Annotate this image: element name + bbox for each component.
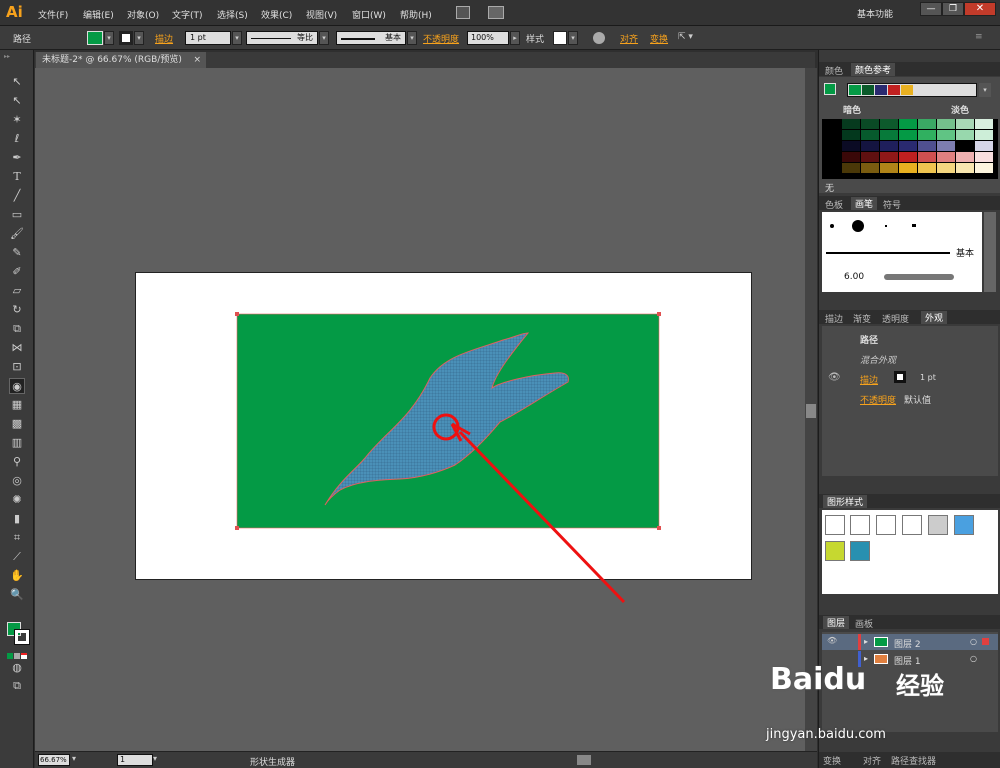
style-swatch[interactable] <box>850 515 870 535</box>
watermark-cn: 经验 <box>896 672 944 700</box>
style-swatch[interactable] <box>928 515 948 535</box>
tab-artboards[interactable]: 画板 <box>855 617 873 630</box>
harmony-dropdown-icon[interactable]: ▾ <box>979 83 991 97</box>
watermark-brand: Baidu <box>770 662 867 697</box>
tab-color[interactable]: 颜色 <box>825 64 843 77</box>
vertical-scroll-thumb[interactable] <box>806 404 816 418</box>
layer-thumbnail <box>874 637 888 647</box>
baidu-watermark: Baidu 经验 <box>770 662 980 700</box>
harmony-rule-bar[interactable] <box>847 83 977 97</box>
layers-panel-header: 图层 画板 <box>819 615 1000 630</box>
brush-library-list[interactable]: 基本 6.00 <box>822 212 982 292</box>
tab-stroke[interactable]: 描边 <box>825 312 843 325</box>
light-label: 淡色 <box>951 106 970 116</box>
tab-transform[interactable]: 变换 <box>823 754 841 767</box>
style-swatch[interactable] <box>850 541 870 561</box>
target-circle-icon[interactable]: ○ <box>970 637 977 646</box>
artboard-dropdown-icon[interactable]: ▾ <box>153 754 157 763</box>
color-variation-grid[interactable] <box>822 119 998 179</box>
appearance-group-label: 混合外观 <box>860 356 897 366</box>
dark-label: 暗色 <box>843 106 862 116</box>
artboard-page-field[interactable]: 1 <box>117 754 153 766</box>
brush-panel-scrollbar[interactable] <box>984 212 996 292</box>
appearance-stroke-swatch[interactable] <box>894 371 906 383</box>
tab-pathfinder[interactable]: 路径查找器 <box>891 754 936 767</box>
basic-brush-stroke[interactable] <box>826 252 950 254</box>
zoom-field[interactable]: 66.67% <box>38 754 70 766</box>
visibility-eye-icon[interactable]: 👁 <box>828 372 841 383</box>
current-tool-label: 形状生成器 <box>250 758 296 768</box>
tab-layers[interactable]: 图层 <box>823 616 850 629</box>
tab-gradient[interactable]: 渐变 <box>853 312 871 325</box>
calligraphic-brush-stroke[interactable] <box>884 274 954 280</box>
brush-size-label: 6.00 <box>844 272 865 282</box>
tab-color-guide[interactable]: 颜色参考 <box>851 63 896 76</box>
tab-swatches[interactable]: 色板 <box>825 198 843 211</box>
status-bar: 66.67% ▾ 1 ▾ 形状生成器 <box>35 751 817 768</box>
right-panel-dock: 颜色 颜色参考 ▾ 暗色 淡色 无 色板 画笔 符号 基本 6.00 描边 渐变… <box>818 50 1000 768</box>
style-swatch[interactable] <box>954 515 974 535</box>
expand-layer-icon[interactable]: ▸ <box>864 637 868 646</box>
selection-indicator[interactable] <box>982 638 989 645</box>
appearance-stroke-label[interactable]: 描边 <box>860 373 878 386</box>
appearance-panel-header: 描边 渐变 透明度 外观 <box>819 310 1000 325</box>
tab-brushes[interactable]: 画笔 <box>851 197 878 210</box>
bottom-panel-tabs: 变换 对齐 路径查找器 <box>819 752 1000 768</box>
horizontal-scroll-thumb[interactable] <box>577 755 591 765</box>
tab-align[interactable]: 对齐 <box>863 754 881 767</box>
visibility-eye-icon[interactable]: 👁 <box>827 636 837 645</box>
base-color-swatch[interactable] <box>824 83 836 95</box>
appearance-opacity-label[interactable]: 不透明度 <box>860 393 896 406</box>
basic-brush-label: 基本 <box>956 249 975 259</box>
none-swatch-label: 无 <box>825 184 835 194</box>
style-swatch[interactable] <box>825 515 845 535</box>
layer-row[interactable]: 👁 ▸ 图层 2 ○ <box>822 634 998 650</box>
layer-name[interactable]: 图层 2 <box>894 637 921 650</box>
appearance-opacity-value: 默认值 <box>904 396 932 406</box>
graphic-styles-header: 图形样式 <box>819 494 1000 508</box>
style-swatch[interactable] <box>902 515 922 535</box>
style-swatch[interactable] <box>825 541 845 561</box>
color-guide-body: ▾ 暗色 淡色 无 <box>819 77 1000 194</box>
zoom-dropdown-icon[interactable]: ▾ <box>72 754 76 763</box>
color-panel-header: 颜色 颜色参考 <box>819 62 1000 77</box>
watermark-url: jingyan.baidu.com <box>766 727 886 742</box>
appearance-stroke-value: 1 pt <box>920 373 936 382</box>
appearance-panel-body: 路径 混合外观 👁 描边 1 pt 不透明度 默认值 <box>822 326 998 476</box>
vertical-scrollbar[interactable] <box>805 68 817 751</box>
graphic-styles-grid[interactable] <box>822 510 998 594</box>
tab-transparency[interactable]: 透明度 <box>882 312 909 325</box>
tab-appearance[interactable]: 外观 <box>921 311 948 324</box>
tab-graphic-styles[interactable]: 图形样式 <box>823 495 868 508</box>
tab-symbols[interactable]: 符号 <box>883 198 901 211</box>
brush-panel-header: 色板 画笔 符号 <box>819 196 1000 211</box>
style-swatch[interactable] <box>876 515 896 535</box>
appearance-title: 路径 <box>860 336 879 346</box>
